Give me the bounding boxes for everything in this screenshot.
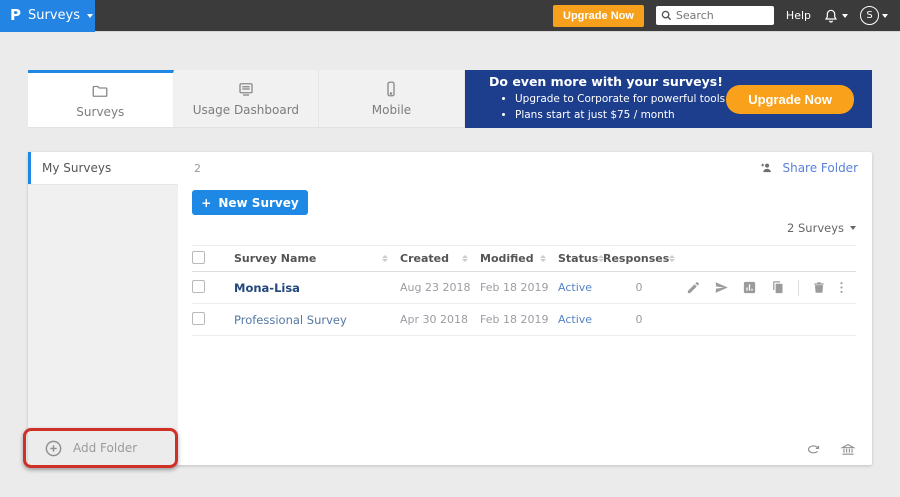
table-header-row: Survey Name Created Modified Status — [192, 245, 856, 272]
chevron-down-icon — [87, 14, 93, 18]
row-checkbox[interactable] — [192, 280, 205, 293]
module-tabs: Surveys Usage Dashboard Mobile — [28, 70, 465, 128]
new-survey-label: New Survey — [218, 196, 298, 210]
avatar: S — [860, 6, 879, 25]
search-icon — [661, 10, 672, 21]
share-folder-label: Share Folder — [782, 161, 858, 175]
created-date: Apr 30 2018 — [400, 313, 480, 326]
surveys-panel: My Surveys 2 Share Folder Add Folder + — [28, 152, 872, 465]
bell-icon — [823, 8, 839, 24]
mobile-icon — [381, 80, 401, 98]
banner-upgrade-button[interactable]: Upgrade Now — [726, 85, 854, 114]
new-survey-button[interactable]: + New Survey — [192, 190, 308, 215]
table-row: Mona-Lisa Aug 23 2018 Feb 18 2019 Active… — [192, 272, 856, 304]
upgrade-banner: Do even more with your surveys! Upgrade … — [465, 70, 872, 128]
sort-icon[interactable] — [540, 255, 546, 262]
folder-list: Add Folder — [28, 184, 178, 465]
column-header-status[interactable]: Status — [558, 252, 603, 265]
row-actions — [675, 280, 856, 296]
tab-surveys[interactable]: Surveys — [28, 70, 174, 127]
surveys-count-label: 2 Surveys — [787, 221, 844, 235]
column-header-modified[interactable]: Modified — [480, 252, 558, 265]
product-menu[interactable]: P Surveys — [0, 0, 95, 32]
actions-divider — [798, 280, 799, 296]
banner-bullet: Plans start at just $75 / month — [515, 108, 725, 124]
tab-label: Surveys — [76, 105, 124, 119]
sort-icon[interactable] — [462, 255, 468, 262]
copy-icon[interactable] — [770, 280, 785, 295]
survey-name-link[interactable]: Professional Survey — [234, 313, 347, 327]
share-folder-button[interactable]: Share Folder — [758, 161, 872, 175]
surveys-table: Survey Name Created Modified Status — [192, 245, 856, 336]
column-header-created[interactable]: Created — [400, 252, 480, 265]
add-folder-label: Add Folder — [73, 441, 137, 455]
add-folder-plus-icon — [44, 439, 63, 458]
status-badge[interactable]: Active — [558, 313, 592, 326]
tab-usage-dashboard[interactable]: Usage Dashboard — [174, 70, 320, 127]
notifications-button[interactable] — [823, 8, 848, 24]
modified-date: Feb 18 2019 — [480, 281, 558, 294]
survey-bank-icon[interactable] — [840, 442, 856, 457]
app-window: P Surveys Upgrade Now Help S — [0, 0, 900, 497]
table-row: Professional Survey Apr 30 2018 Feb 18 2… — [192, 304, 856, 336]
edit-icon[interactable] — [686, 280, 701, 295]
chevron-down-icon — [842, 14, 848, 18]
column-header-responses[interactable]: Responses — [603, 252, 675, 265]
survey-name-link[interactable]: Mona-Lisa — [234, 281, 300, 295]
delete-icon[interactable] — [812, 280, 826, 295]
dashboard-icon — [236, 80, 256, 98]
sort-icon[interactable] — [669, 255, 675, 262]
folder-title[interactable]: My Surveys — [31, 161, 111, 175]
responses-count: 0 — [603, 281, 675, 294]
help-link[interactable]: Help — [786, 9, 811, 22]
folder-utility-icons — [805, 442, 856, 457]
folder-survey-count: 2 — [194, 162, 201, 175]
add-folder-button[interactable]: Add Folder — [28, 431, 178, 465]
modified-date: Feb 18 2019 — [480, 313, 558, 326]
responses-count: 0 — [603, 313, 675, 326]
brand-logo-icon: P — [10, 8, 21, 23]
folder-header: My Surveys 2 Share Folder — [28, 152, 872, 184]
folder-list-empty-area — [28, 184, 178, 431]
select-all-checkbox[interactable] — [192, 251, 205, 264]
sort-icon[interactable] — [382, 255, 388, 262]
tab-label: Usage Dashboard — [193, 103, 299, 117]
column-header-survey-name[interactable]: Survey Name — [234, 252, 400, 265]
chevron-down-icon — [882, 14, 888, 18]
folder-icon — [90, 82, 110, 100]
tab-mobile[interactable]: Mobile — [319, 70, 465, 127]
plus-icon: + — [201, 196, 211, 210]
report-icon[interactable] — [742, 280, 757, 295]
share-folder-icon — [758, 161, 775, 175]
send-icon[interactable] — [714, 280, 729, 295]
survey-list-area: + New Survey 2 Surveys Survey Name — [178, 184, 872, 465]
more-icon[interactable] — [839, 280, 844, 295]
banner-bullet: Upgrade to Corporate for powerful tools — [515, 92, 725, 108]
restore-icon[interactable] — [805, 442, 822, 457]
search-input[interactable] — [676, 9, 766, 22]
surveys-count-dropdown[interactable]: 2 Surveys — [787, 221, 856, 235]
upgrade-now-button[interactable]: Upgrade Now — [553, 5, 644, 27]
search-box[interactable] — [656, 6, 774, 25]
tab-label: Mobile — [372, 103, 411, 117]
banner-title: Do even more with your surveys! — [489, 74, 725, 89]
chevron-down-icon — [850, 226, 856, 230]
status-badge[interactable]: Active — [558, 281, 592, 294]
top-bar: P Surveys Upgrade Now Help S — [0, 0, 900, 32]
account-menu[interactable]: S — [860, 6, 888, 25]
product-menu-label: Surveys — [28, 8, 80, 23]
created-date: Aug 23 2018 — [400, 281, 480, 294]
row-checkbox[interactable] — [192, 312, 205, 325]
